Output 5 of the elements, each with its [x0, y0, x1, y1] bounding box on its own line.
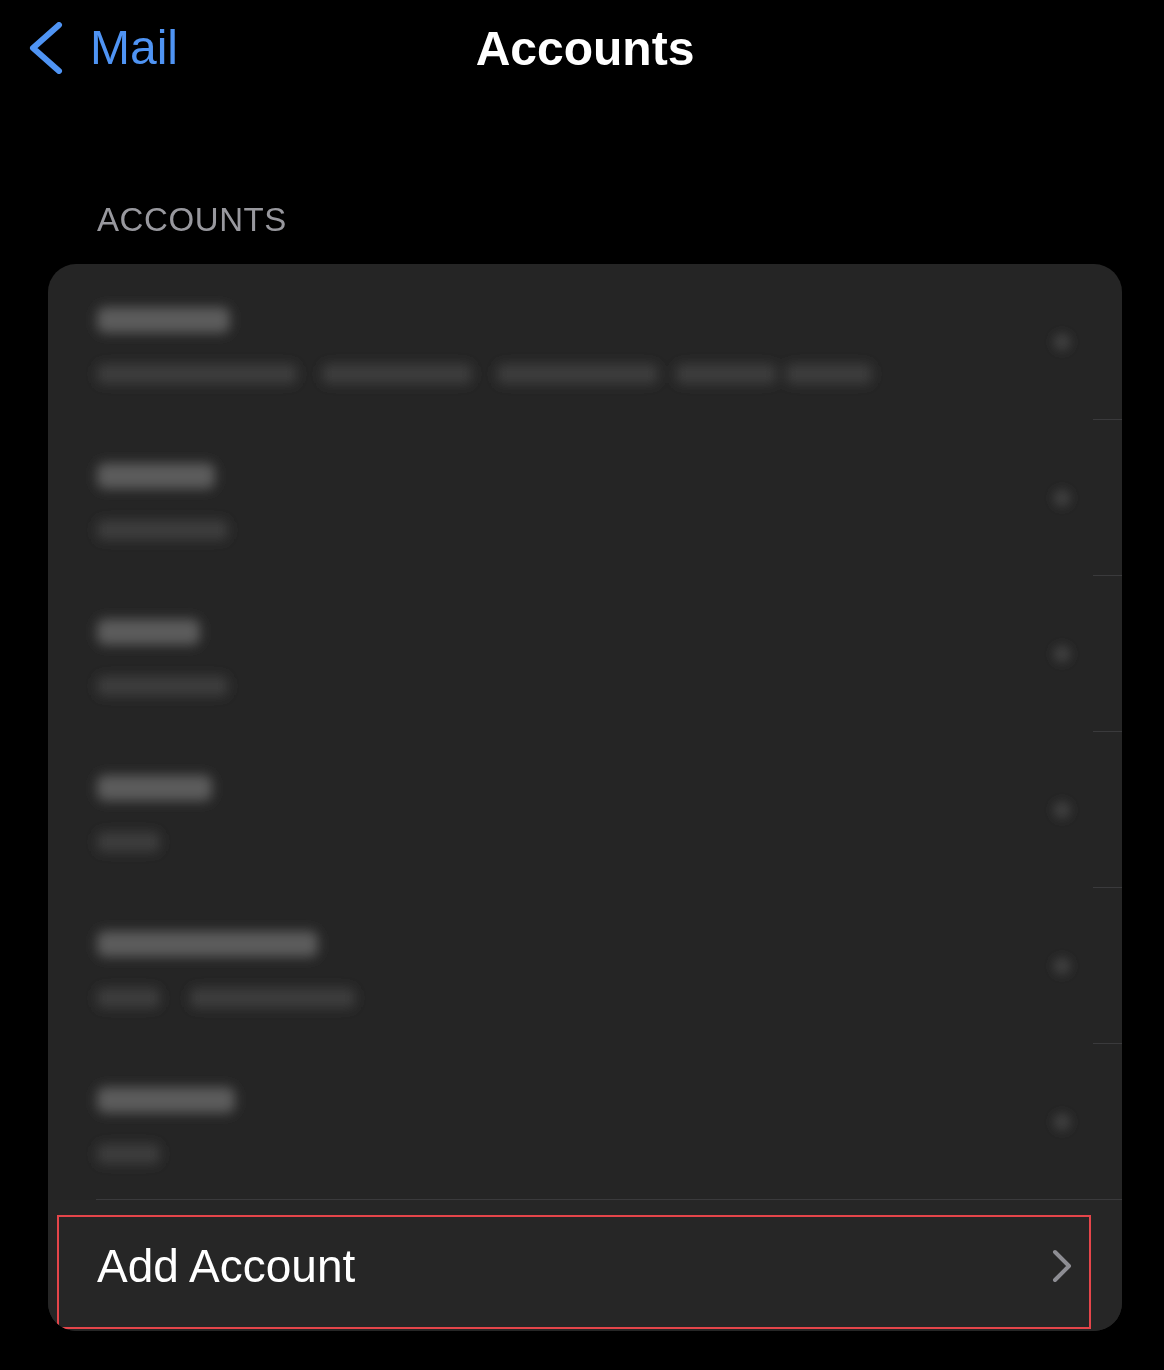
back-button[interactable]: Mail: [28, 19, 178, 77]
chevron-left-icon: [28, 22, 64, 74]
section-header: ACCOUNTS: [97, 200, 287, 240]
page-title: Accounts: [474, 20, 695, 77]
chevron-right-icon: [1052, 1248, 1072, 1283]
